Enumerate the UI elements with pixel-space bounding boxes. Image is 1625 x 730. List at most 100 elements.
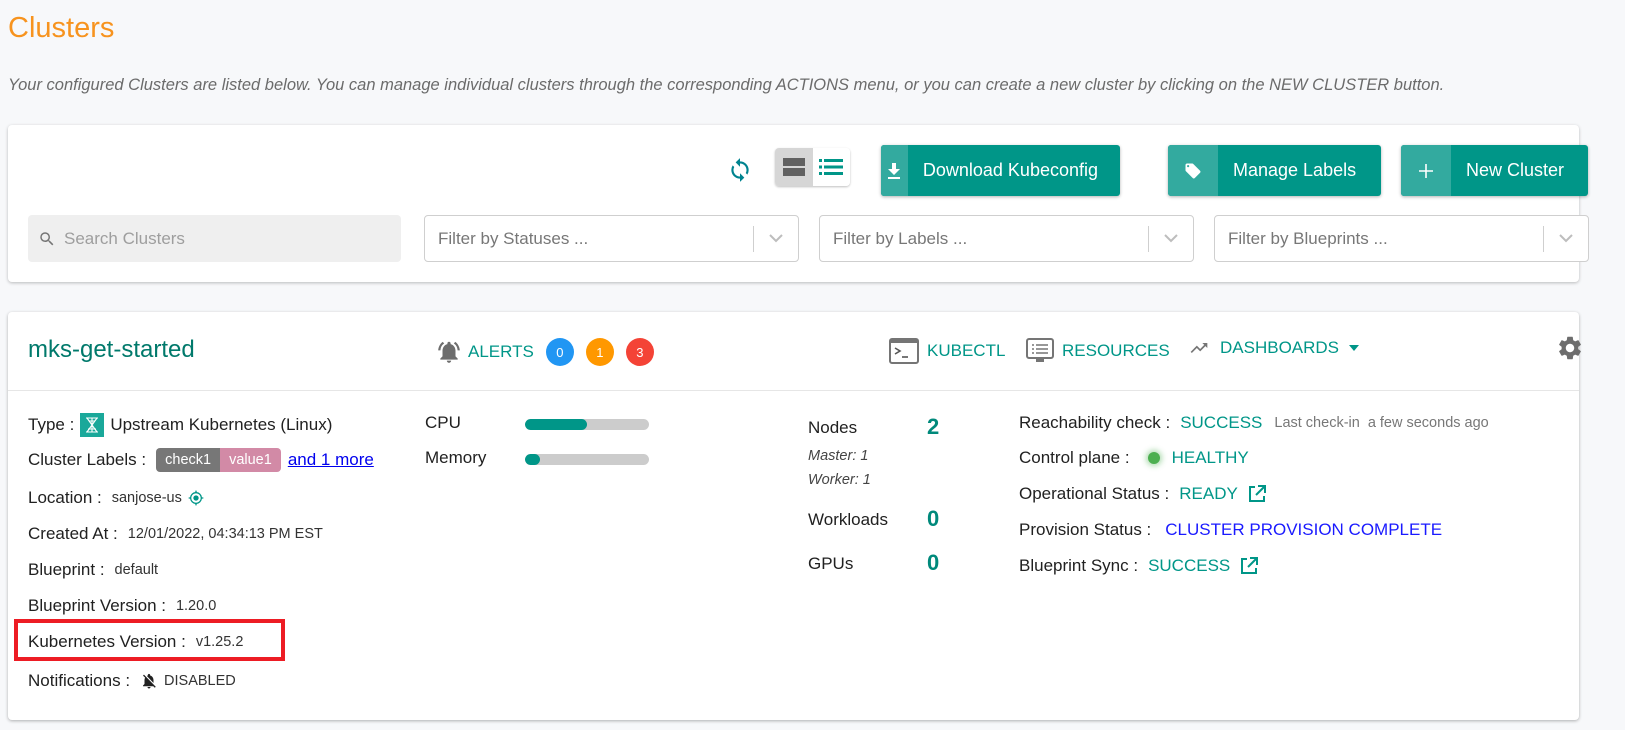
master-count: Master: 1: [808, 448, 869, 464]
notifications-row: Notifications : DISABLED: [28, 671, 236, 691]
label-chip[interactable]: check1 value1: [156, 448, 281, 472]
memory-usage-bar: [525, 454, 649, 465]
gpus-row: GPUs: [808, 554, 853, 574]
list-view-button[interactable]: [812, 148, 850, 186]
card-view-button[interactable]: [775, 148, 813, 186]
download-kubeconfig-label: Download Kubeconfig: [922, 160, 1098, 180]
control-plane-row: Control plane : HEALTHY: [1019, 448, 1249, 468]
created-at-value: 12/01/2022, 04:34:13 PM EST: [127, 526, 323, 542]
filter-statuses-select[interactable]: Filter by Statuses ...: [424, 215, 799, 262]
list-view-icon: [819, 159, 844, 175]
last-checkin-value: a few seconds ago: [1367, 415, 1489, 431]
type-label: Type :: [28, 415, 75, 434]
search-icon: [40, 231, 54, 245]
nodes-row: Nodes: [808, 418, 857, 438]
worker-count: Worker: 1: [808, 472, 871, 488]
reachability-row: Reachability check : SUCCESS Last check-…: [1019, 413, 1489, 433]
workloads-label: Workloads: [808, 510, 888, 529]
caret-down-icon: [1349, 345, 1360, 351]
dashboards-label: DASHBOARDS: [1220, 338, 1340, 357]
blueprint-version-row: Blueprint Version : 1.20.0: [28, 596, 216, 616]
cluster-card-header: mks-get-started ALERTS 0 1 3 KUBECTL RES…: [8, 312, 1581, 391]
plus-icon: [1401, 145, 1451, 196]
dashboards-dropdown[interactable]: DASHBOARDS: [1186, 338, 1360, 358]
alert-count-warning[interactable]: 1: [585, 338, 614, 366]
alerts-button[interactable]: ALERTS 0 1 3: [436, 338, 666, 366]
operational-status-value: READY: [1179, 484, 1238, 503]
view-toggle: [775, 148, 850, 186]
resources-label: RESOURCES: [1062, 341, 1170, 360]
blueprint-sync-label: Blueprint Sync :: [1019, 556, 1139, 575]
cluster-labels-label: Cluster Labels :: [28, 450, 147, 469]
created-at-row: Created At : 12/01/2022, 04:34:13 PM EST: [28, 524, 323, 544]
gpus-label: GPUs: [808, 554, 854, 573]
blueprint-row: Blueprint : default: [28, 560, 158, 580]
search-box: [28, 215, 401, 262]
download-icon: [881, 145, 908, 196]
filter-statuses-placeholder: Filter by Statuses ...: [438, 228, 589, 248]
alert-count-critical[interactable]: 3: [625, 338, 654, 366]
resources-button[interactable]: RESOURCES: [1026, 338, 1170, 364]
external-link-icon[interactable]: [1248, 485, 1266, 503]
memory-row: Memory: [425, 448, 486, 468]
workloads-count: 0: [927, 506, 940, 531]
provision-status-row: Provision Status : CLUSTER PROVISION COM…: [1019, 520, 1442, 540]
page-title: Clusters: [8, 12, 115, 44]
external-link-icon[interactable]: [1240, 557, 1259, 575]
chevron-down-icon[interactable]: [1149, 234, 1193, 243]
refresh-button[interactable]: [726, 155, 754, 185]
created-at-label: Created At :: [28, 524, 118, 543]
manage-labels-button[interactable]: Manage Labels: [1168, 145, 1381, 196]
tag-icon: [1168, 145, 1218, 196]
nodes-count: 2: [927, 414, 940, 439]
cpu-label: CPU: [425, 413, 461, 432]
location-target-icon[interactable]: [188, 490, 204, 506]
blueprint-version-label: Blueprint Version :: [28, 596, 166, 615]
filter-blueprints-placeholder: Filter by Blueprints ...: [1228, 228, 1388, 248]
new-cluster-button[interactable]: New Cluster: [1401, 145, 1588, 196]
operational-status-label: Operational Status :: [1019, 484, 1170, 503]
control-plane-label: Control plane :: [1019, 448, 1130, 467]
blueprint-label: Blueprint :: [28, 560, 105, 579]
alert-count-info[interactable]: 0: [545, 338, 574, 366]
download-kubeconfig-button[interactable]: Download Kubeconfig: [881, 145, 1120, 196]
memory-label: Memory: [425, 448, 487, 467]
memory-usage-fill: [525, 454, 540, 465]
label-key: check1: [156, 448, 221, 472]
chevron-down-icon[interactable]: [754, 234, 798, 243]
blueprint-version-value: 1.20.0: [175, 598, 217, 614]
filter-labels-placeholder: Filter by Labels ...: [833, 228, 968, 248]
monitor-list-icon: [1026, 338, 1054, 362]
kubernetes-version-label: Kubernetes Version :: [28, 632, 186, 651]
blueprint-sync-row: Blueprint Sync : SUCCESS: [1019, 556, 1259, 576]
health-status-dot: [1147, 452, 1160, 464]
cluster-labels-row: Cluster Labels : check1 value1 and 1 mor…: [28, 448, 374, 472]
cpu-row: CPU: [425, 413, 461, 433]
location-label: Location :: [28, 488, 102, 507]
notifications-value: DISABLED: [164, 673, 236, 689]
refresh-icon: [731, 158, 749, 182]
kubernetes-type-icon: [80, 413, 105, 437]
cpu-usage-fill: [525, 419, 587, 430]
type-row: Type : Upstream Kubernetes (Linux): [28, 413, 332, 437]
filter-blueprints-select[interactable]: Filter by Blueprints ...: [1214, 215, 1589, 262]
chevron-down-icon[interactable]: [1544, 234, 1588, 243]
more-labels-link[interactable]: and 1 more: [288, 450, 374, 470]
workloads-row: Workloads: [808, 510, 888, 530]
alerts-label: ALERTS: [468, 342, 534, 361]
search-input[interactable]: [64, 228, 384, 249]
type-value: Upstream Kubernetes (Linux): [110, 415, 333, 434]
cluster-name-link[interactable]: mks-get-started: [28, 336, 195, 364]
terminal-icon: [889, 338, 919, 364]
cpu-usage-bar: [525, 419, 649, 430]
provision-status-value: CLUSTER PROVISION COMPLETE: [1165, 520, 1443, 539]
reachability-label: Reachability check :: [1019, 413, 1171, 432]
kubernetes-version-value: v1.25.2: [195, 634, 244, 650]
filter-labels-select[interactable]: Filter by Labels ...: [819, 215, 1194, 262]
settings-gear-button[interactable]: [1556, 334, 1584, 362]
new-cluster-label: New Cluster: [1466, 160, 1565, 180]
kubectl-button[interactable]: KUBECTL: [889, 338, 1005, 364]
gear-icon: [1559, 336, 1581, 360]
kubectl-label: KUBECTL: [927, 341, 1006, 360]
reachability-value: SUCCESS: [1180, 413, 1263, 432]
